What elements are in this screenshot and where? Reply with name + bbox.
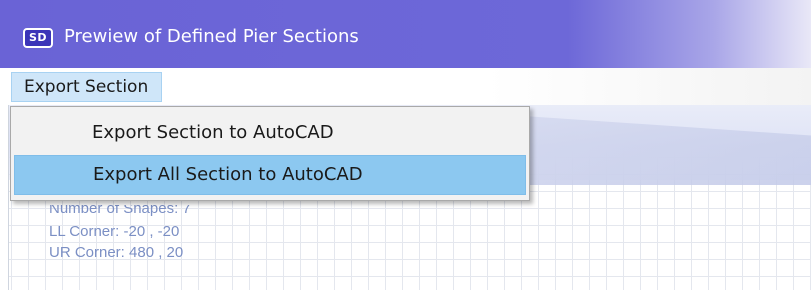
- menu-export-section[interactable]: Export Section: [11, 72, 163, 102]
- menu-item-export-all-sections-autocad[interactable]: Export All Section to AutoCAD: [14, 155, 526, 195]
- menu-item-export-section-autocad[interactable]: Export Section to AutoCAD: [14, 114, 526, 154]
- app-logo-icon: SD: [23, 28, 53, 48]
- canvas-info-block: Number of Shapes: 7 LL Corner: -20 , -20…: [9, 205, 811, 290]
- ll-corner-text: LL Corner: -20 , -20: [49, 223, 180, 240]
- menu-bar: Export Section: [0, 68, 811, 105]
- title-bar[interactable]: SD Prewiew of Defined Pier Sections: [0, 0, 811, 68]
- export-section-dropdown: Export Section to AutoCAD Export All Sec…: [10, 106, 530, 201]
- ur-corner-text: UR Corner: 480 , 20: [49, 244, 184, 261]
- preview-window: SD Prewiew of Defined Pier Sections Expo…: [0, 0, 811, 290]
- app-badge-text: SD: [25, 30, 51, 46]
- shape-count-text: Number of Shapes: 7: [49, 205, 191, 217]
- window-title: Prewiew of Defined Pier Sections: [64, 26, 359, 47]
